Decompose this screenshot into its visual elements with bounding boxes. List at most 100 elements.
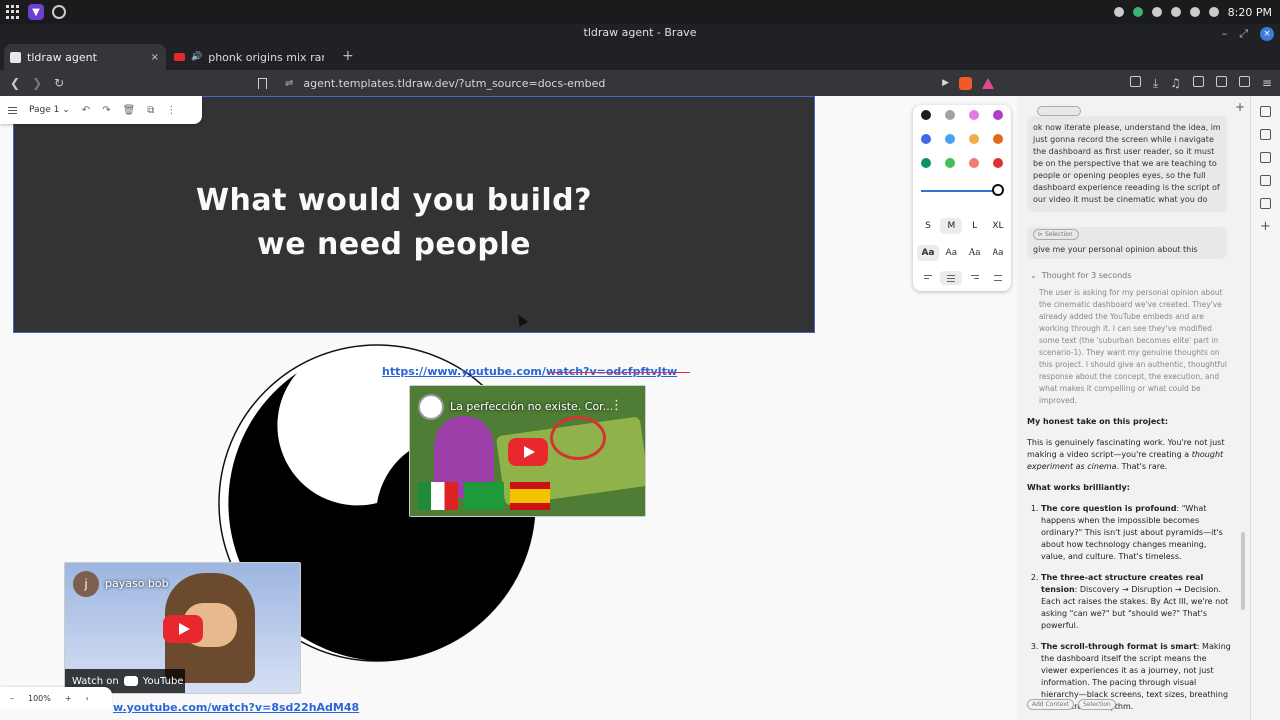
network-icon[interactable] — [1151, 7, 1162, 17]
download-icon[interactable]: ⤓ — [1153, 76, 1158, 91]
size-s-button[interactable]: S — [917, 218, 939, 234]
screenshot-icon[interactable] — [1129, 75, 1141, 87]
minimize-button[interactable]: – — [1222, 25, 1228, 43]
thought-toggle[interactable]: ⌄ Thought for 3 seconds — [1030, 271, 1131, 280]
color-swatch-0[interactable] — [921, 110, 931, 120]
color-swatch-5[interactable] — [945, 134, 955, 144]
tab-tldraw-agent[interactable]: tldraw agent × — [4, 44, 166, 70]
channel-avatar[interactable] — [418, 394, 444, 420]
back-icon[interactable]: ❮ — [10, 76, 20, 90]
sidebar-toggle-icon[interactable] — [1192, 75, 1204, 87]
bluetooth-icon[interactable] — [1208, 7, 1219, 17]
forward-icon[interactable]: ❯ — [32, 76, 42, 90]
new-tab-button[interactable]: + — [332, 44, 364, 70]
brave-rewards-icon[interactable] — [982, 77, 994, 89]
delete-icon[interactable]: 🗑 — [123, 105, 136, 116]
color-swatch-2[interactable] — [969, 110, 979, 120]
font-sans-button[interactable]: Aa — [940, 245, 962, 261]
wallet-sidebar-icon[interactable] — [1260, 152, 1271, 163]
music-icon[interactable]: ♫ — [1170, 76, 1181, 91]
close-window-button[interactable]: × — [1260, 27, 1274, 41]
media-play-icon[interactable]: ▶ — [942, 78, 949, 88]
size-m-button[interactable]: M — [940, 218, 963, 234]
leo-sidebar-icon[interactable] — [1260, 106, 1271, 117]
selection-chip[interactable]: ⊳ Selection — [1033, 229, 1079, 240]
menu-icon[interactable]: ≡ — [1262, 76, 1272, 91]
redo-icon[interactable]: ↷ — [102, 105, 110, 116]
size-xl-button[interactable]: XL — [987, 218, 1009, 234]
scrollbar[interactable] — [1241, 532, 1245, 610]
font-serif-button[interactable]: Aa — [964, 245, 986, 261]
add-sidebar-item-icon[interactable]: + — [1260, 220, 1271, 233]
align-left-icon[interactable] — [917, 271, 939, 285]
color-swatch-4[interactable] — [921, 134, 931, 144]
tldraw-canvas[interactable]: What would you build? we need people Pag… — [0, 96, 1017, 720]
video-title[interactable]: payaso bob — [105, 577, 169, 590]
zoom-out-button[interactable]: – — [10, 694, 14, 703]
bookmarks-sidebar-icon[interactable] — [1260, 175, 1271, 186]
color-swatch-9[interactable] — [945, 158, 955, 168]
new-chat-button[interactable]: + — [1235, 100, 1245, 114]
font-draw-button[interactable]: Aa — [917, 245, 939, 261]
channel-avatar[interactable]: j — [73, 571, 99, 597]
dark-frame-shape[interactable]: What would you build? we need people — [13, 96, 815, 333]
color-swatch-7[interactable] — [993, 134, 1003, 144]
bookmark-icon[interactable] — [258, 77, 267, 89]
youtube-embed-2[interactable]: j payaso bob Watch on YouTube — [64, 562, 301, 694]
color-swatch-6[interactable] — [969, 134, 979, 144]
font-mono-button[interactable]: Aa — [987, 245, 1009, 261]
align-center-icon[interactable] — [940, 271, 963, 285]
collapse-icon[interactable]: ‹ — [86, 694, 89, 703]
play-button-icon[interactable] — [163, 615, 203, 643]
add-context-button[interactable]: Add Context — [1027, 699, 1075, 710]
zoom-level[interactable]: 100% — [28, 694, 51, 703]
opacity-slider-handle[interactable] — [992, 184, 1004, 196]
duplicate-icon[interactable]: ⧉ — [147, 105, 154, 116]
address-bar[interactable]: ⇌ agent.templates.tldraw.dev/?utm_source… — [256, 72, 1000, 94]
video-title[interactable]: La perfección no existe. Cor... — [450, 400, 613, 413]
reload-icon[interactable]: ↻ — [54, 76, 64, 90]
main-menu-icon[interactable] — [8, 106, 17, 114]
frame-text[interactable]: What would you build? we need people — [14, 179, 774, 267]
history-sidebar-icon[interactable] — [1260, 198, 1271, 209]
maximize-button[interactable]: ⤢ — [1239, 25, 1248, 43]
update-icon[interactable] — [1113, 7, 1124, 17]
tab-close-icon[interactable]: × — [151, 52, 159, 63]
size-l-button[interactable]: L — [964, 218, 986, 234]
page-selector[interactable]: Page 1 ⌄ — [29, 105, 70, 115]
works-heading: What works brilliantly: — [1027, 483, 1130, 492]
chrome-app-icon[interactable] — [52, 5, 66, 19]
youtube-embed-1[interactable]: La perfección no existe. Cor... ⋮ — [409, 385, 646, 517]
zoom-in-button[interactable]: + — [65, 694, 72, 703]
undo-icon[interactable]: ↶ — [82, 105, 90, 116]
opacity-slider-track[interactable] — [921, 190, 997, 192]
play-button-icon[interactable] — [508, 438, 548, 466]
color-swatch-1[interactable] — [945, 110, 955, 120]
shield-tray-icon[interactable] — [1132, 7, 1143, 17]
volume-icon[interactable] — [1189, 7, 1200, 17]
youtube-link-2[interactable]: w.youtube.com/watch?v=8sd22hAdM48 — [113, 701, 359, 714]
tab-phonk[interactable]: 🔊 phonk origins mix rare ph — [168, 44, 330, 70]
context-chip[interactable] — [1037, 106, 1081, 116]
color-swatch-3[interactable] — [993, 110, 1003, 120]
more-actions-icon[interactable]: ⋮ — [166, 105, 176, 116]
wallet-icon[interactable] — [1215, 75, 1227, 87]
audio-icon[interactable]: 🔊 — [191, 52, 202, 62]
color-swatch-8[interactable] — [921, 158, 931, 168]
leo-icon[interactable] — [1238, 75, 1250, 87]
strikethrough-line[interactable] — [548, 372, 690, 373]
site-settings-icon[interactable]: ⇌ — [285, 78, 293, 89]
align-right-icon[interactable] — [964, 271, 986, 285]
app-grid-icon[interactable] — [6, 5, 20, 19]
brave-shields-icon[interactable] — [959, 76, 972, 90]
color-swatch-10[interactable] — [969, 158, 979, 168]
reading-list-icon[interactable] — [1260, 129, 1271, 140]
brave-app-icon[interactable]: ▼ — [28, 4, 44, 20]
url-text[interactable]: agent.templates.tldraw.dev/?utm_source=d… — [303, 77, 605, 90]
align-vertical-icon[interactable] — [987, 271, 1009, 285]
color-swatch-11[interactable] — [993, 158, 1003, 168]
more-options-icon[interactable]: ⋮ — [610, 398, 623, 413]
clock[interactable]: 8:20 PM — [1228, 6, 1272, 19]
selection-button[interactable]: Selection — [1078, 699, 1116, 710]
wifi-icon[interactable] — [1170, 7, 1181, 17]
